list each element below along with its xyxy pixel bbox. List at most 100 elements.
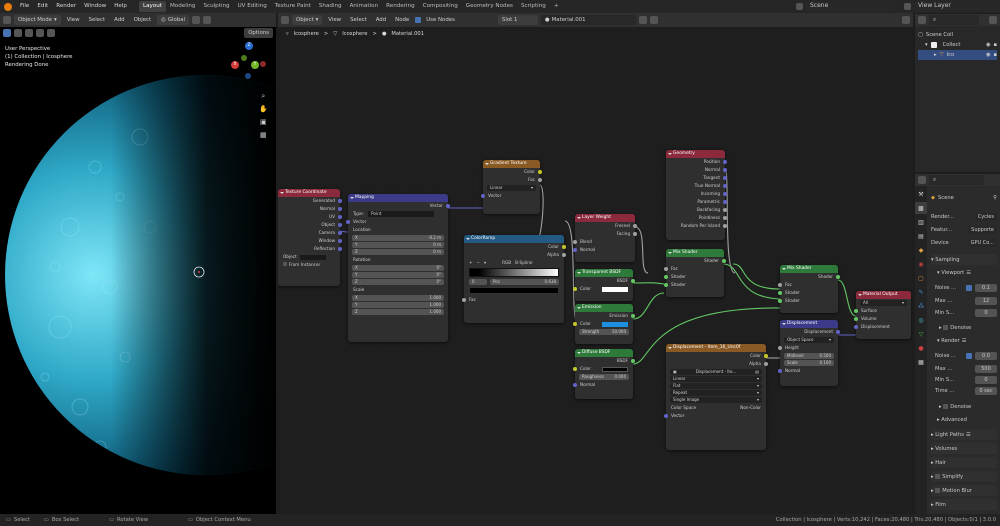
socket-shader-out[interactable]: Shader xyxy=(780,273,840,281)
tab-particles-icon[interactable]: ⁂ xyxy=(915,300,927,312)
ne-menu-select[interactable]: Select xyxy=(347,15,370,25)
object-picker-field[interactable] xyxy=(299,254,326,260)
menu-help[interactable]: Help xyxy=(110,0,131,13)
tab-world-icon[interactable]: ◉ xyxy=(915,258,927,270)
rotation-z-field[interactable]: Z 0° xyxy=(352,279,444,285)
color-ramp-gradient[interactable] xyxy=(469,268,559,277)
color-swatch-white[interactable] xyxy=(602,286,628,292)
gizmo-x-axis[interactable]: X xyxy=(231,61,239,69)
node-header[interactable]: Texture Coordinate xyxy=(278,189,340,197)
node-header[interactable]: Geometry xyxy=(666,150,725,158)
socket-position[interactable]: Position xyxy=(666,158,727,166)
socket-incoming[interactable]: Incoming xyxy=(666,190,727,198)
input-socket[interactable] xyxy=(481,194,485,198)
tab-texture-paint[interactable]: Texture Paint xyxy=(271,1,315,12)
socket-pointiness[interactable]: Pointiness xyxy=(666,214,727,222)
max-samples-field[interactable]: 12 xyxy=(975,296,997,305)
output-socket[interactable] xyxy=(338,223,342,227)
output-socket[interactable] xyxy=(338,239,342,243)
menu-render[interactable]: Render xyxy=(52,0,80,13)
noise-threshold-checkbox[interactable] xyxy=(966,284,972,291)
gizmo-z-axis[interactable]: Z xyxy=(245,42,253,50)
output-socket[interactable] xyxy=(338,199,342,203)
add-workspace-button[interactable]: + xyxy=(550,1,563,12)
rotation-x-field[interactable]: X 0° xyxy=(352,265,444,271)
midlevel-field[interactable]: Midlevel 0.500 xyxy=(784,353,834,359)
tab-animation[interactable]: Animation xyxy=(346,1,383,12)
zoom-icon[interactable]: ⌕ xyxy=(259,90,268,103)
strength-field[interactable]: Strength 50.000 xyxy=(579,329,629,335)
collection-checkbox[interactable] xyxy=(930,42,937,48)
socket-color-in[interactable]: Color xyxy=(573,320,633,328)
tab-shading[interactable]: Shading xyxy=(315,1,346,12)
light-paths-panel[interactable]: ▸ Light Paths ☰ xyxy=(931,429,997,440)
pin-icon[interactable]: ⚲ xyxy=(993,195,997,201)
chevron-right-icon[interactable]: ▸ xyxy=(934,50,937,60)
input-socket[interactable] xyxy=(778,291,782,295)
socket-bsdf[interactable]: BSDF xyxy=(575,277,635,285)
navigation-gizmo[interactable]: Z X Y xyxy=(230,41,270,81)
input-socket[interactable] xyxy=(462,298,466,302)
output-socket[interactable] xyxy=(723,200,727,204)
select-subtract-icon[interactable] xyxy=(36,29,44,37)
ne-menu-view[interactable]: View xyxy=(325,15,344,25)
perspective-grid-icon[interactable]: ▦ xyxy=(259,129,268,142)
from-instancer-row[interactable]: From Instancer xyxy=(278,261,340,269)
time-limit-field[interactable]: 0 sec xyxy=(975,386,997,395)
socket-vector-in[interactable]: Vector xyxy=(346,218,448,226)
list-icon[interactable]: ☰ xyxy=(966,432,971,438)
scale-y-field[interactable]: Y 1.000 xyxy=(352,302,444,308)
vp-denoise-subpanel[interactable]: ▸ Denoise xyxy=(931,322,997,333)
socket-normal[interactable]: Normal xyxy=(666,166,727,174)
socket-blend[interactable]: Blend xyxy=(573,238,635,246)
film-panel[interactable]: ▸ Film xyxy=(931,499,997,510)
pin-icon[interactable] xyxy=(902,16,910,24)
node-mapping[interactable]: Mapping Vector Type: Point Vector Locatio… xyxy=(346,194,450,342)
output-socket[interactable] xyxy=(538,178,542,182)
input-socket[interactable] xyxy=(778,299,782,303)
hair-panel[interactable]: ▸ Hair xyxy=(931,457,997,468)
socket-random-per-island[interactable]: Random Per Island xyxy=(666,222,727,230)
output-socket[interactable] xyxy=(338,207,342,211)
input-socket[interactable] xyxy=(778,283,782,287)
node-geometry[interactable]: Geometry Position Normal Tangent True No… xyxy=(666,150,727,240)
node-header[interactable]: Mapping xyxy=(348,194,448,202)
tab-material-icon[interactable]: ● xyxy=(915,342,927,354)
socket-true-normal[interactable]: True Normal xyxy=(666,182,727,190)
input-socket[interactable] xyxy=(854,309,858,313)
input-socket[interactable] xyxy=(664,283,668,287)
render-subpanel-header[interactable]: ▾ Render ☰ xyxy=(931,335,997,346)
tab-scene-icon[interactable]: ◆ xyxy=(915,244,927,256)
select-extend-icon[interactable] xyxy=(25,29,33,37)
camera-icon[interactable]: ▪ xyxy=(993,50,997,60)
output-socket[interactable] xyxy=(338,247,342,251)
select-box-icon[interactable] xyxy=(14,29,22,37)
socket-emission[interactable]: Emission xyxy=(575,312,635,320)
simplify-checkbox[interactable] xyxy=(935,474,941,479)
node-displacement[interactable]: Displacement Displacement Object Space ▾ … xyxy=(778,320,840,386)
node-emission[interactable]: Emission Emission Color Strength 50.000 xyxy=(573,304,635,344)
menu-edit[interactable]: Edit xyxy=(33,0,52,13)
filter-icon[interactable] xyxy=(989,16,997,24)
node-mix-shader-2[interactable]: Mix Shader Shader Fac Shader Shader xyxy=(778,265,840,313)
node-layer-weight[interactable]: Layer Weight Fresnel Facing Blend Normal xyxy=(573,214,637,262)
tab-tool-icon[interactable]: ⚒ xyxy=(915,188,927,200)
folder-icon[interactable]: ▤ xyxy=(755,369,759,375)
output-socket[interactable] xyxy=(338,215,342,219)
output-socket[interactable] xyxy=(723,184,727,188)
interpolation-dropdown[interactable]: Linear ▾ xyxy=(670,376,762,382)
color-swatch-black[interactable] xyxy=(602,366,628,372)
tab-scripting[interactable]: Scripting xyxy=(517,1,550,12)
blender-logo-icon[interactable] xyxy=(4,2,12,11)
output-socket[interactable] xyxy=(764,362,768,366)
camera-icon[interactable]: ▪ xyxy=(993,40,997,50)
socket-displacement-in[interactable]: Displacement xyxy=(854,323,911,331)
pivot-icon[interactable] xyxy=(192,16,201,24)
socket-volume[interactable]: Volume xyxy=(854,315,911,323)
roughness-field[interactable]: Roughness 0.000 xyxy=(579,374,629,380)
tab-physics-icon[interactable]: ◎ xyxy=(915,314,927,326)
input-socket[interactable] xyxy=(854,317,858,321)
node-transparent-bsdf[interactable]: Transparent BSDF BSDF Color xyxy=(573,269,635,301)
output-socket[interactable] xyxy=(633,232,637,236)
socket-reflection[interactable]: Reflection xyxy=(278,245,342,253)
